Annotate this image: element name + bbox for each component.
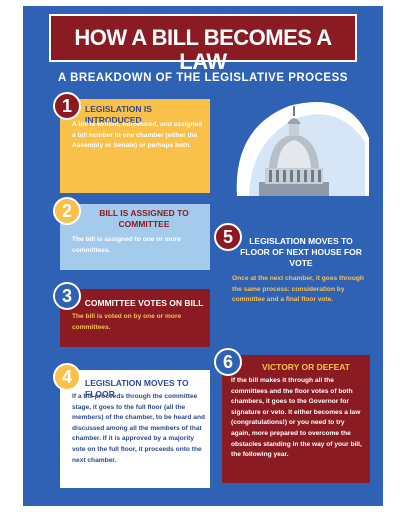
page-title: HOW A BILL BECOMES A LAW (74, 25, 332, 74)
step-6-text: If the bill makes it through all the com… (231, 377, 362, 459)
step-3-number: 3 (53, 282, 81, 310)
step-2-heading: BILL IS ASSIGNED TO COMMITTEE (99, 208, 189, 229)
step-6-number: 6 (214, 348, 242, 376)
step-6-heading: VICTORY OR DEFEAT (261, 362, 350, 372)
step-2-number: 2 (53, 197, 81, 225)
step-4-number: 4 (53, 363, 81, 391)
step-4-text: If a bill proceeds through the committee… (72, 393, 206, 464)
page-subtitle: A BREAKDOWN OF THE LEGISLATIVE PROCESS (58, 72, 348, 84)
step-1-number: 1 (53, 92, 81, 120)
title-banner: HOW A BILL BECOMES A LAW (49, 14, 357, 74)
step-5-text: Once at the next chamber, it goes throug… (232, 275, 364, 304)
step-3-text: The bill is voted on by one or more comm… (72, 313, 182, 331)
poster: HOW A BILL BECOMES A LAW A BREAKDOWN OF … (23, 6, 383, 506)
step-3-heading: COMMITTEE VOTES ON BILL (84, 298, 204, 308)
step-5-heading: LEGISLATION MOVES TO FLOOR OF NEXT HOUSE… (240, 236, 362, 268)
step-2-text: The bill is assigned to one or more comm… (72, 236, 181, 254)
capitol-dome-icon (236, 102, 369, 196)
step-1-text: A bill is written, introduced, and assig… (72, 121, 203, 150)
